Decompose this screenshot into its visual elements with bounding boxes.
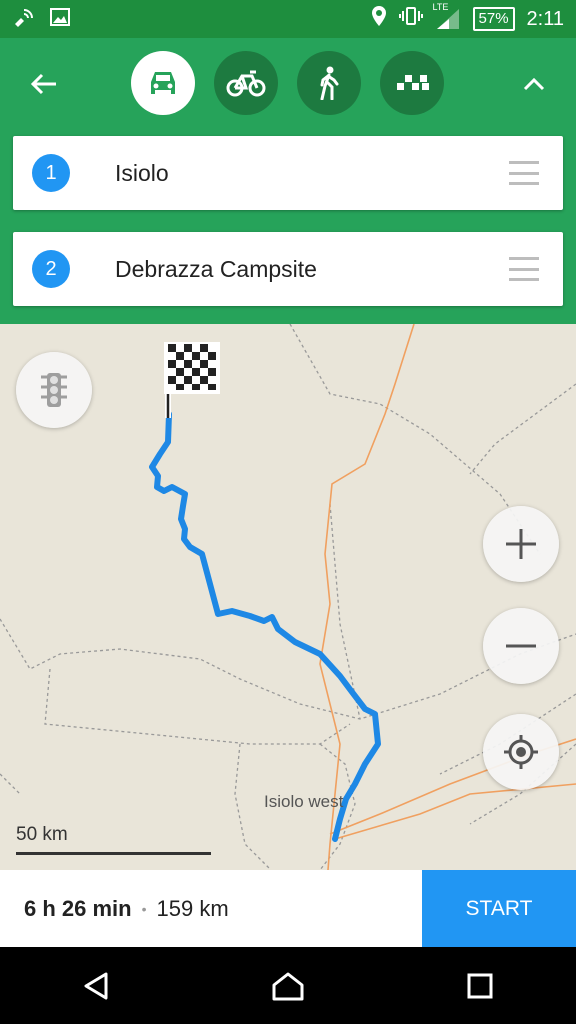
- signal-icon: LTE: [433, 2, 461, 30]
- finish-flag-icon: [164, 342, 220, 418]
- status-bar: LTE 57% 2:11: [0, 0, 576, 38]
- drag-handle-icon[interactable]: [509, 161, 539, 185]
- vibrate-icon: [398, 6, 423, 32]
- route-summary-bar: 6 h 26 min • 159 km START: [0, 870, 576, 947]
- scale-label: 50 km: [16, 824, 68, 845]
- chevron-up-icon: [523, 77, 545, 91]
- arrow-left-icon: [30, 73, 56, 95]
- map-place-label: Isiolo west: [264, 792, 344, 811]
- route-point-label: Isiolo: [115, 159, 169, 186]
- transport-mode-row: [0, 50, 576, 116]
- taxi-icon: [397, 75, 429, 90]
- mode-taxi-button[interactable]: [380, 51, 444, 115]
- car-icon: [151, 72, 175, 94]
- location-icon: [371, 5, 387, 33]
- drag-handle-icon[interactable]: [509, 257, 539, 281]
- triangle-back-icon: [84, 972, 108, 999]
- system-navigation-bar: [0, 947, 576, 1024]
- my-location-button[interactable]: [483, 714, 559, 790]
- battery-indicator: 57%: [472, 7, 515, 31]
- mode-pedestrian-button[interactable]: [297, 51, 361, 115]
- plus-icon: [506, 529, 536, 559]
- satellite-icon: [12, 6, 36, 33]
- route-point-number: 2: [32, 250, 70, 288]
- map-view[interactable]: Isiolo west 50 km: [0, 324, 576, 870]
- route-point-label: Debrazza Campsite: [115, 255, 317, 282]
- route-planner-header: 1 Isiolo 2 Debrazza Campsite: [0, 38, 576, 324]
- clock: 2:11: [526, 7, 564, 30]
- collapse-button[interactable]: [512, 62, 556, 106]
- route-point-destination[interactable]: 2 Debrazza Campsite: [13, 232, 563, 306]
- mode-bicycle-button[interactable]: [214, 51, 278, 115]
- back-button[interactable]: [22, 64, 66, 104]
- bicycle-icon: [226, 70, 266, 97]
- route-point-number: 1: [32, 154, 70, 192]
- minus-icon: [506, 644, 536, 648]
- route-eta: 6 h 26 min • 159 km: [24, 896, 229, 922]
- scale-bar: [16, 852, 211, 855]
- route-point-start[interactable]: 1 Isiolo: [13, 136, 563, 210]
- image-icon: [50, 7, 70, 31]
- traffic-light-icon: [41, 373, 67, 407]
- start-navigation-button[interactable]: START: [422, 870, 576, 947]
- network-type: LTE: [432, 2, 449, 12]
- route-distance: 159 km: [156, 895, 229, 921]
- nav-home-button[interactable]: [258, 956, 318, 1016]
- zoom-out-button[interactable]: [483, 608, 559, 684]
- crosshair-icon: [504, 735, 538, 769]
- separator-dot: •: [141, 900, 147, 917]
- zoom-in-button[interactable]: [483, 506, 559, 582]
- map-scale: 50 km: [16, 824, 211, 855]
- nav-back-button[interactable]: [66, 956, 126, 1016]
- pedestrian-icon: [320, 66, 339, 100]
- traffic-toggle-button[interactable]: [16, 352, 92, 428]
- home-icon: [272, 972, 304, 1000]
- route-duration: 6 h 26 min: [24, 895, 132, 921]
- square-recents-icon: [467, 973, 493, 998]
- nav-recents-button[interactable]: [450, 956, 510, 1016]
- route-line: [149, 411, 381, 842]
- mode-car-button[interactable]: [131, 51, 195, 115]
